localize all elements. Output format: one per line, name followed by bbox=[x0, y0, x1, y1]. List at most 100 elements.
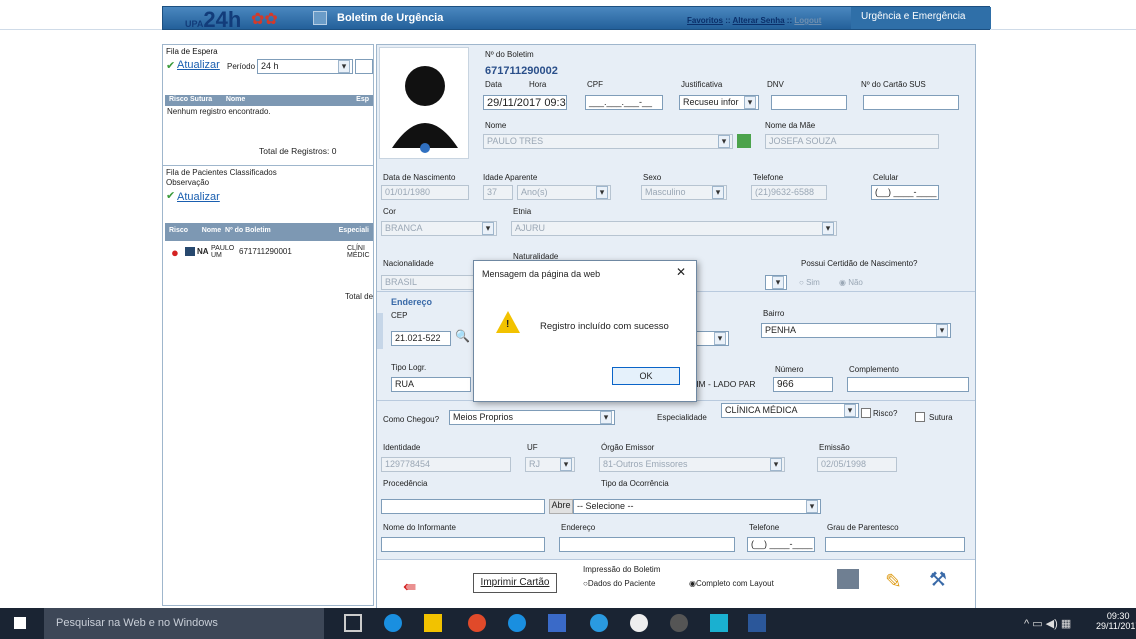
upa-logo: UPA24h bbox=[185, 7, 242, 32]
issue-date-field[interactable]: 02/05/1998 bbox=[817, 457, 897, 472]
check-icon: ✔ bbox=[166, 60, 176, 72]
patient-photo bbox=[379, 47, 469, 159]
queue-panel: Fila de Espera ✔ Atualizar Período 24 h … bbox=[162, 44, 374, 606]
radio-patient-data[interactable]: ○Dados do Paciente bbox=[583, 579, 655, 588]
suture-checkbox[interactable] bbox=[915, 412, 925, 422]
period-extra bbox=[355, 59, 373, 74]
menu-toggle-button[interactable] bbox=[313, 11, 327, 25]
message-dialog: Mensagem da página da web ✕ ! Registro i… bbox=[473, 260, 697, 402]
cep-field[interactable]: 21.021-522 bbox=[391, 331, 451, 346]
complement-field[interactable] bbox=[847, 377, 969, 392]
queue-table-header: Risco Sutura Nome Esp bbox=[165, 95, 373, 106]
date-time-field[interactable]: 29/11/2017 09:30 bbox=[483, 95, 567, 110]
period-select[interactable]: 24 h bbox=[257, 59, 353, 74]
header-links: Favoritos :: Alterar Senha :: Logout bbox=[687, 16, 822, 25]
browser-icon[interactable] bbox=[590, 614, 608, 632]
uf-select[interactable]: RJ bbox=[525, 457, 575, 472]
section-label: Urgência e Emergência bbox=[851, 7, 991, 29]
risk-checkbox[interactable] bbox=[861, 408, 871, 418]
close-icon[interactable]: ✕ bbox=[676, 265, 686, 279]
task-view-icon[interactable] bbox=[344, 614, 362, 632]
app2-icon[interactable] bbox=[670, 614, 688, 632]
table-row[interactable]: ● NA PAULO UM 671711290001 CLÍNI MÉDIC bbox=[165, 245, 373, 261]
age-field[interactable]: 37 bbox=[483, 185, 513, 200]
age-unit-select[interactable]: Ano(s) bbox=[517, 185, 611, 200]
edge-icon[interactable] bbox=[384, 614, 402, 632]
id-field[interactable]: 129778454 bbox=[381, 457, 511, 472]
refresh-classified-link[interactable]: Atualizar bbox=[177, 191, 220, 203]
sex-select[interactable]: Masculino bbox=[641, 185, 727, 200]
informant-phone-field[interactable]: (__) ____-____ bbox=[747, 537, 815, 552]
clock[interactable]: 09:30 29/11/2017 bbox=[1096, 611, 1136, 631]
street-type-field[interactable]: RUA bbox=[391, 377, 471, 392]
ie-icon[interactable] bbox=[508, 614, 526, 632]
edit-icon[interactable]: ✎ bbox=[885, 569, 902, 594]
cellphone-field[interactable]: (__) ____-____ bbox=[871, 185, 939, 200]
collapse-handle[interactable] bbox=[377, 313, 383, 349]
dialog-title: Mensagem da página da web bbox=[482, 269, 601, 279]
origin-field[interactable] bbox=[381, 499, 545, 514]
silhouette-icon bbox=[392, 66, 458, 153]
bulletin-number: 671711290002 bbox=[485, 65, 558, 77]
informant-address-field[interactable] bbox=[559, 537, 735, 552]
street-side-label: FIM - LADO PAR bbox=[691, 379, 756, 389]
birth-date-field[interactable]: 01/01/1980 bbox=[381, 185, 469, 200]
chrome-icon[interactable] bbox=[468, 614, 486, 632]
arrival-select[interactable]: Meios Proprios bbox=[449, 410, 615, 425]
empty-message: Nenhum registro encontrado. bbox=[167, 107, 271, 116]
taskbar-search[interactable]: Pesquisar na Web e no Windows bbox=[44, 608, 324, 639]
word-icon[interactable] bbox=[748, 614, 766, 632]
sus-card-field[interactable] bbox=[863, 95, 959, 110]
total-classified: Total de bbox=[345, 292, 374, 301]
search-icon[interactable] bbox=[737, 134, 751, 148]
change-password-link[interactable]: Alterar Senha bbox=[733, 16, 785, 25]
cep-search-icon[interactable]: 🔍 bbox=[455, 329, 470, 343]
open-button[interactable]: Abre bbox=[549, 499, 573, 514]
observation-label: Observação bbox=[166, 178, 210, 187]
favorites-link[interactable]: Favoritos bbox=[687, 16, 723, 25]
color-select[interactable]: BRANCA bbox=[381, 221, 497, 236]
warning-mark: ! bbox=[506, 319, 510, 330]
tray-icons[interactable]: ^ ▭ ◀) ▦ bbox=[1024, 617, 1071, 630]
ethnicity-select[interactable]: AJURU bbox=[511, 221, 837, 236]
total-registros: Total de Registros: 0 bbox=[259, 146, 337, 156]
neighborhood-select[interactable]: PENHA bbox=[761, 323, 951, 338]
kinship-field[interactable] bbox=[825, 537, 965, 552]
radio-full-layout[interactable]: ◉Completo com Layout bbox=[689, 579, 774, 588]
ok-button[interactable]: OK bbox=[612, 367, 680, 385]
address-heading: Endereço bbox=[391, 297, 433, 307]
print-card-button[interactable]: Imprimir Cartão bbox=[473, 573, 557, 593]
person-risk-icon: ● bbox=[171, 245, 179, 260]
occurrence-select[interactable]: -- Selecione -- bbox=[573, 499, 821, 514]
dnv-field[interactable] bbox=[771, 95, 847, 110]
windows-start-icon[interactable] bbox=[14, 617, 26, 629]
smiley-icon[interactable] bbox=[630, 614, 648, 632]
number-field[interactable]: 966 bbox=[773, 377, 833, 392]
refresh-link[interactable]: Atualizar bbox=[177, 59, 220, 71]
radio-nao[interactable]: ◉ Não bbox=[839, 278, 863, 287]
naturality-select[interactable] bbox=[765, 275, 787, 290]
tools-icon[interactable]: ⚒ bbox=[929, 567, 947, 592]
check-icon: ✔ bbox=[166, 190, 176, 202]
classified-table-header: Risco Nome Nº do Boletim Especiali bbox=[165, 223, 373, 241]
taskbar: Pesquisar na Web e no Windows ^ ▭ ◀) ▦ 0… bbox=[0, 608, 1136, 639]
logout-link[interactable]: Logout bbox=[794, 16, 821, 25]
cpf-field[interactable]: ___.___.___-__ bbox=[585, 95, 663, 110]
issuer-select[interactable]: 81-Outros Emissores bbox=[599, 457, 785, 472]
justification-select[interactable]: Recuseu infor bbox=[679, 95, 759, 110]
mother-name-field[interactable]: JOSEFA SOUZA bbox=[765, 134, 939, 149]
radio-sim[interactable]: ○ Sim bbox=[799, 278, 820, 287]
period-label: Período bbox=[227, 62, 256, 71]
app3-icon[interactable] bbox=[710, 614, 728, 632]
page-title: Boletim de Urgência bbox=[337, 12, 444, 24]
specialty-select[interactable]: CLÍNICA MÉDICA bbox=[721, 403, 859, 418]
phone-field[interactable]: (21)9632-6588 bbox=[751, 185, 827, 200]
app-icon[interactable] bbox=[548, 614, 566, 632]
back-arrow-icon[interactable]: ⇚ bbox=[403, 577, 416, 597]
dialog-message: Registro incluído com sucesso bbox=[540, 321, 669, 332]
informant-field[interactable] bbox=[381, 537, 545, 552]
printer-icon[interactable] bbox=[837, 569, 859, 589]
folder-icon[interactable] bbox=[424, 614, 442, 632]
nationality-field[interactable]: BRASIL bbox=[381, 275, 477, 290]
patient-name-field[interactable]: PAULO TRES bbox=[483, 134, 733, 149]
